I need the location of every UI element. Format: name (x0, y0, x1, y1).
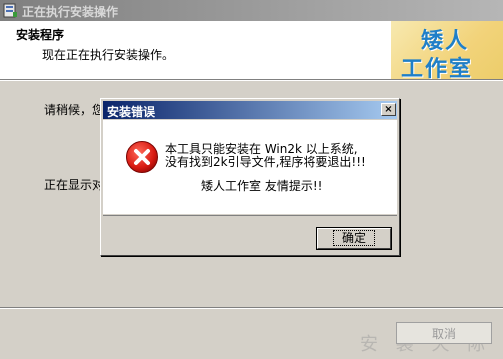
window-title: 正在执行安装操作 (22, 5, 119, 19)
wait-text: 请稍候，您 (44, 103, 105, 117)
window-titlebar: 正在执行安装操作 (0, 0, 503, 21)
dialog-titlebar: 安装错误 × (103, 101, 397, 119)
dialog-divider (103, 215, 397, 216)
logo-line2: 工作室 (401, 56, 474, 79)
header-subtitle: 现在正在执行安装操作。 (42, 48, 175, 62)
cancel-button[interactable]: 取消 (396, 322, 492, 344)
header-divider (0, 79, 503, 81)
studio-logo: 矮人 工作室 (391, 21, 503, 79)
progress-status-text: 正在显示对 (44, 178, 105, 192)
error-dialog: 安装错误 × 本工具只能安装在 Win2k 以上系统, 没有找到2k引导文件,程… (100, 98, 400, 256)
dialog-message-line2: 没有找到2k引导文件,程序将要退出!!! (165, 155, 366, 169)
footer-divider (0, 307, 503, 309)
dialog-message-line3: 矮人工作室 友情提示!! (201, 179, 323, 193)
dialog-title: 安装错误 (107, 105, 156, 119)
installer-icon (3, 3, 17, 18)
ok-button-label: 确定 (332, 230, 375, 246)
close-button[interactable]: × (381, 103, 396, 116)
header-panel: 安装程序 现在正在执行安装操作。 矮人 工作室 (0, 21, 503, 79)
header-title: 安装程序 (16, 28, 65, 42)
ok-button[interactable]: 确定 (316, 227, 392, 250)
error-icon (126, 141, 158, 173)
dialog-message-area: 本工具只能安装在 Win2k 以上系统, 没有找到2k引导文件,程序将要退出!!… (103, 120, 397, 214)
